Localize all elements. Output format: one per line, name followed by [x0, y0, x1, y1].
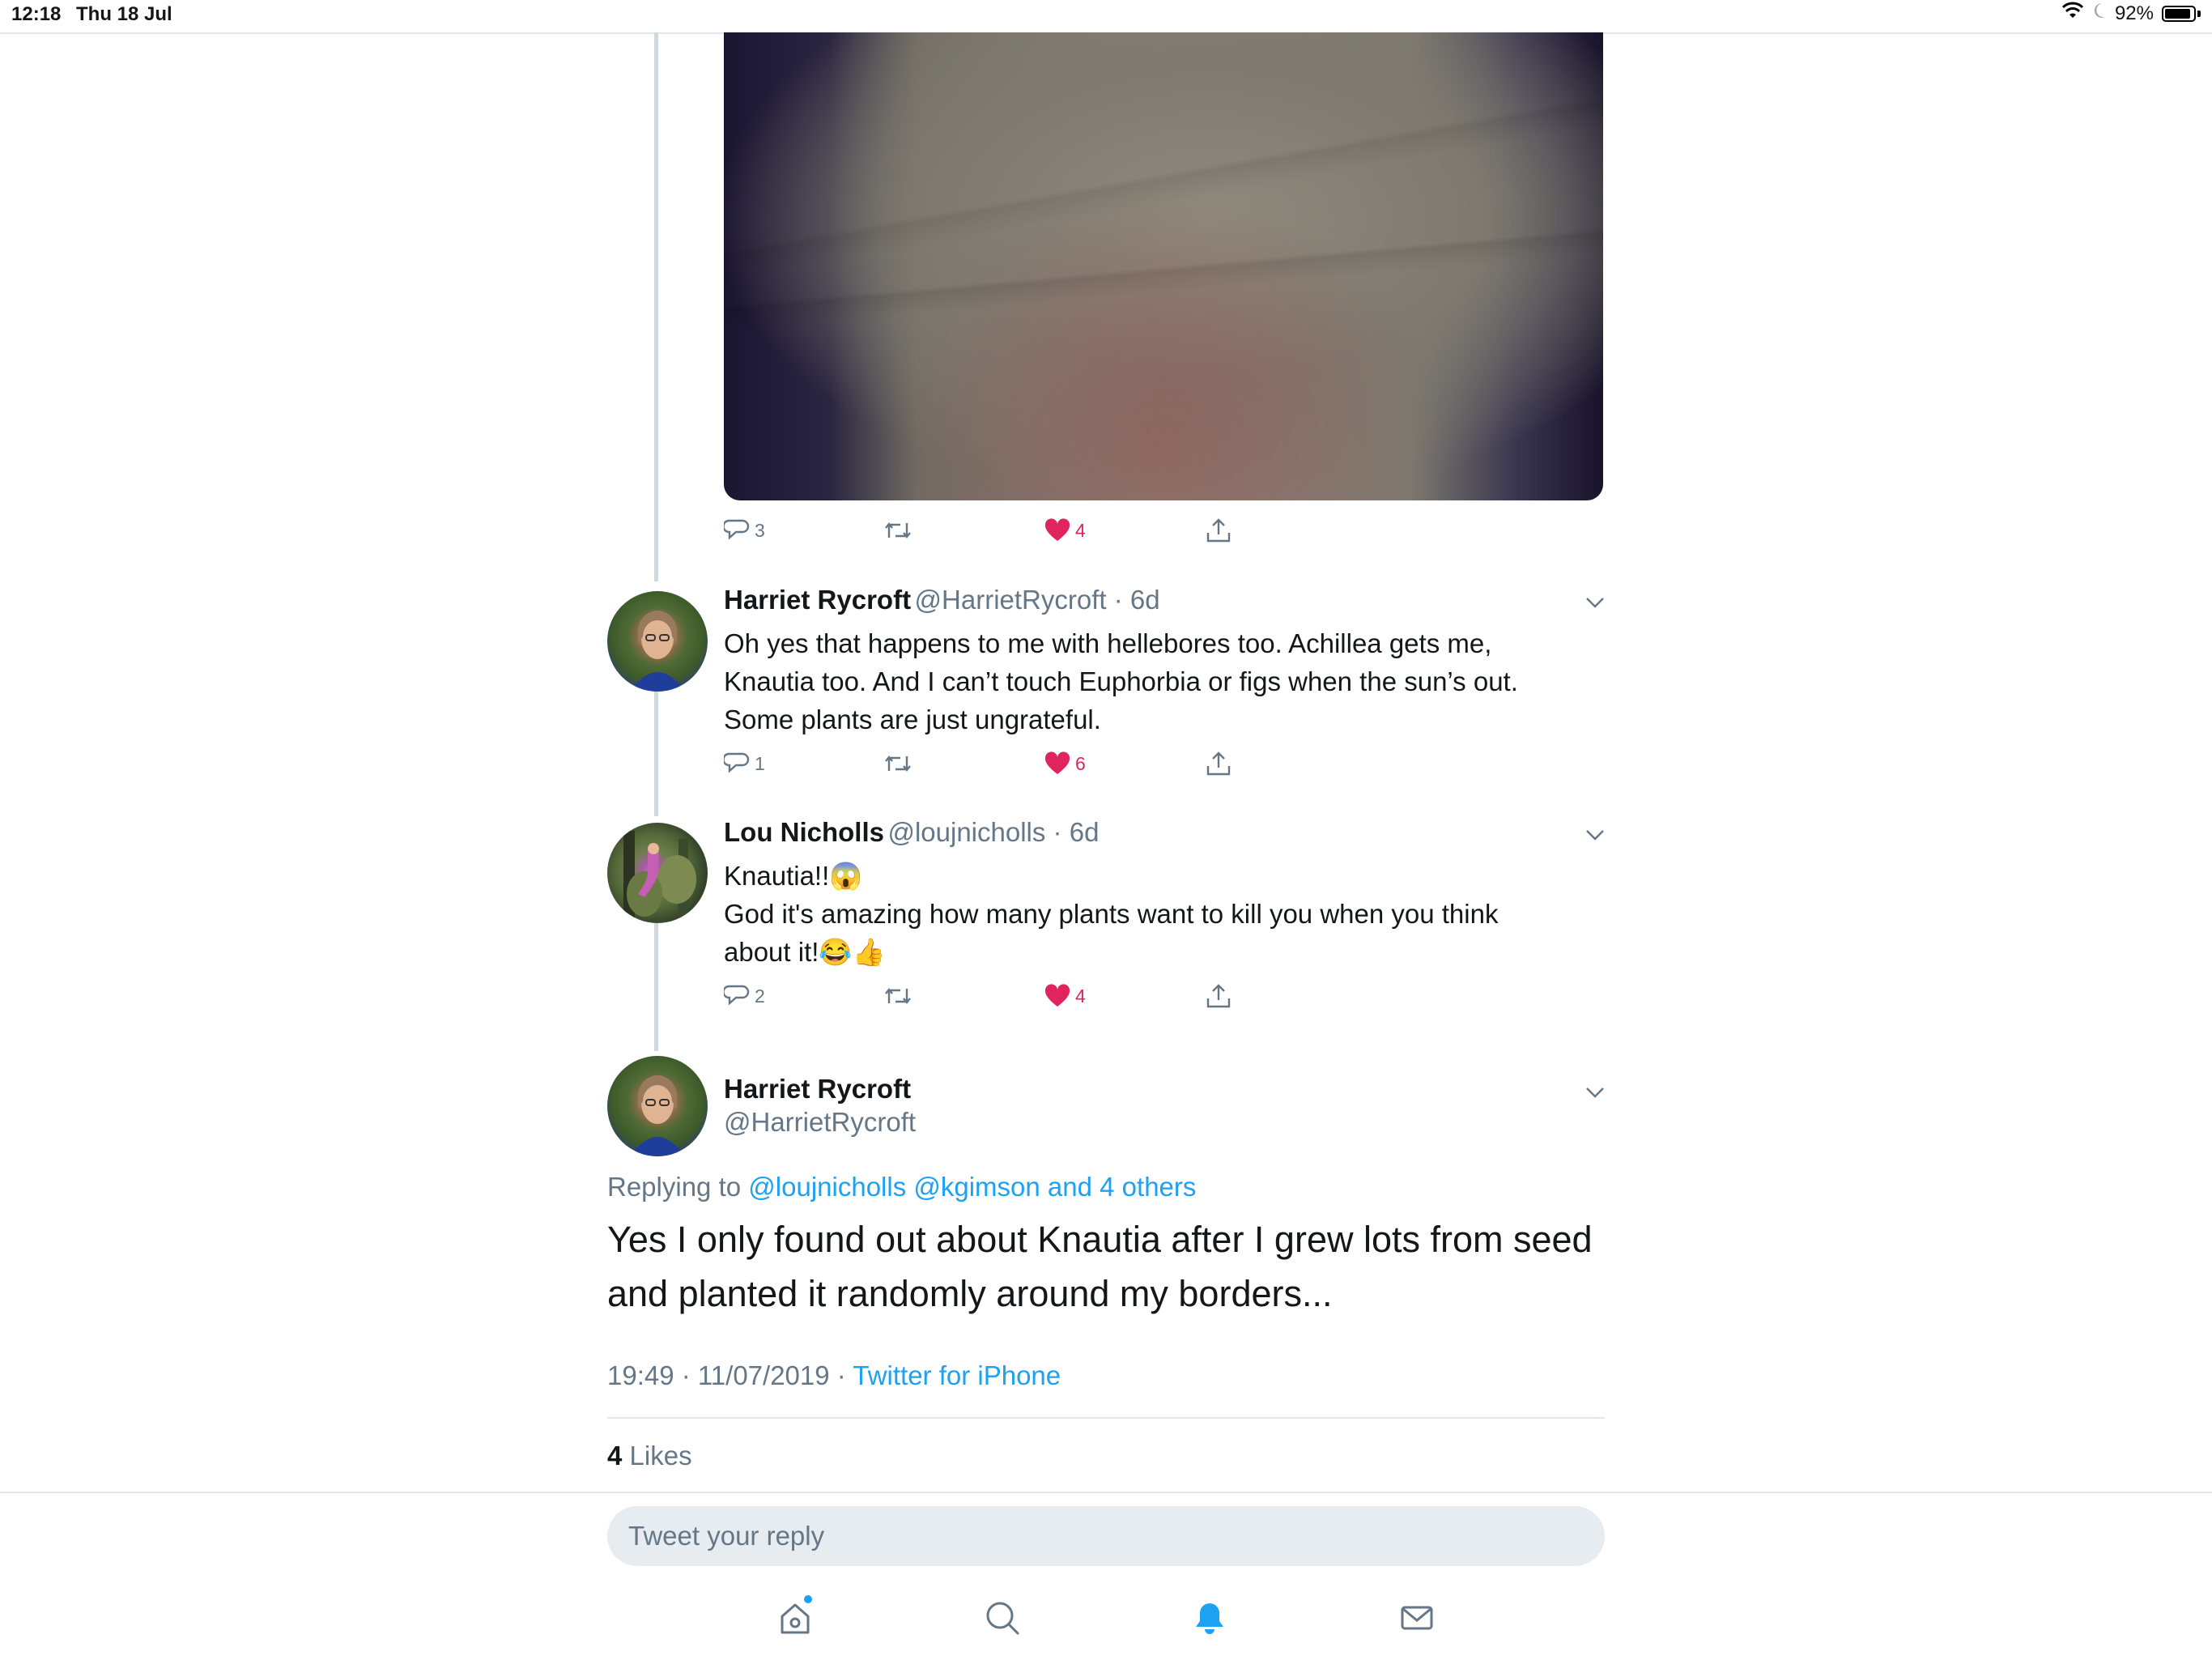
status-right: 92%	[2061, 2, 2201, 25]
avatar[interactable]	[607, 823, 708, 923]
share-button[interactable]	[1205, 750, 1232, 777]
like-count: 4	[1075, 519, 1086, 541]
avatar[interactable]	[607, 591, 708, 692]
like-button[interactable]: 4	[1044, 984, 1086, 1008]
retweet-icon	[885, 522, 911, 538]
messages-icon[interactable]	[1397, 1598, 1436, 1637]
thread-line	[654, 32, 658, 581]
display-name[interactable]: Harriet Rycroft	[724, 1074, 911, 1105]
reply-button[interactable]: 3	[724, 518, 765, 543]
tweet-text-line: God it's amazing how many plants want to…	[724, 899, 1499, 929]
dot-separator: ·	[1045, 817, 1070, 847]
like-count: 4	[1075, 985, 1086, 1007]
tweet-text: Oh yes that happens to me with hellebore…	[724, 624, 1582, 738]
battery-level	[2165, 8, 2190, 19]
reply-button[interactable]: 1	[724, 751, 765, 776]
reply-count: 2	[755, 985, 765, 1007]
tweet-text: Knautia!!😱 God it's amazing how many pla…	[724, 857, 1582, 971]
share-button[interactable]	[1205, 982, 1232, 1010]
tweet-text-line: Knautia!!😱	[724, 861, 863, 891]
chevron-down-icon[interactable]	[1585, 829, 1605, 845]
share-icon	[1206, 751, 1231, 776]
notifications-icon[interactable]	[1190, 1598, 1229, 1637]
reply-input[interactable]	[607, 1506, 1605, 1566]
heart-icon	[1044, 984, 1070, 1007]
replying-to-label: Replying to	[607, 1172, 742, 1202]
battery-nub	[2197, 10, 2201, 17]
tweet-time: 6d	[1069, 817, 1100, 847]
home-unread-dot	[804, 1595, 812, 1603]
likes-label: Likes	[629, 1441, 692, 1471]
share-icon	[1206, 518, 1231, 543]
reply-button[interactable]: 2	[724, 984, 765, 1008]
retweet-button[interactable]	[883, 518, 913, 543]
chevron-down-icon[interactable]	[1585, 1087, 1605, 1102]
tweet-source-link[interactable]: Twitter for iPhone	[853, 1360, 1061, 1390]
likes-count: 4	[607, 1441, 623, 1471]
like-count: 6	[1075, 752, 1086, 774]
reply-count: 3	[755, 519, 765, 541]
reply-icon	[724, 985, 750, 1006]
moon-icon	[2092, 2, 2107, 25]
like-button[interactable]: 4	[1044, 518, 1086, 543]
heart-icon	[1044, 518, 1070, 541]
likes-summary[interactable]: 4 Likes	[607, 1441, 692, 1471]
tweet-text-line: about it!😂👍	[724, 937, 886, 967]
dot-separator: ·	[1106, 585, 1130, 615]
focused-tweet-text: Yes I only found out about Knautia after…	[607, 1212, 1605, 1321]
avatar[interactable]	[607, 1056, 708, 1156]
home-icon[interactable]	[776, 1598, 815, 1637]
tweet-text-line: Oh yes that happens to me with hellebore…	[724, 628, 1492, 658]
heart-icon	[1044, 751, 1070, 774]
like-button[interactable]: 6	[1044, 751, 1086, 776]
reply-icon	[724, 519, 750, 540]
thread-line	[654, 690, 658, 816]
tweet-text-line: Knautia too. And I can’t touch Euphorbia…	[724, 666, 1518, 696]
retweet-button[interactable]	[883, 751, 913, 776]
username[interactable]: @HarrietRycroft	[915, 585, 1107, 615]
status-date: Thu 18 Jul	[76, 3, 172, 25]
username[interactable]: @HarrietRycroft	[724, 1107, 916, 1138]
battery-percent: 92%	[2114, 2, 2154, 24]
media-texture	[724, 32, 1603, 500]
tweet-header: Harriet Rycroft @HarrietRycroft · 6d	[724, 585, 1160, 615]
divider	[607, 1417, 1605, 1419]
reply-icon	[724, 752, 750, 773]
wifi-icon	[2061, 2, 2084, 25]
tweet-media-image[interactable]	[724, 32, 1603, 500]
status-bar: 12:18 Thu 18 Jul 92%	[0, 0, 2212, 34]
tweet-header: Lou Nicholls @loujnicholls · 6d	[724, 817, 1099, 848]
tweet-text-line: and planted it randomly around my border…	[607, 1273, 1333, 1314]
retweet-button[interactable]	[883, 984, 913, 1008]
tweet-time: 6d	[1129, 585, 1160, 615]
retweet-icon	[885, 988, 911, 1004]
replying-to-users[interactable]: @loujnicholls @kgimson and 4 others	[748, 1172, 1196, 1202]
replying-to: Replying to @loujnicholls @kgimson and 4…	[607, 1172, 1196, 1202]
tweet-meta: 19:49 · 11/07/2019 · Twitter for iPhone	[607, 1360, 1061, 1391]
display-name[interactable]: Lou Nicholls	[724, 817, 884, 847]
status-time: 12:18	[11, 3, 62, 25]
reply-count: 1	[755, 752, 765, 774]
search-icon[interactable]	[983, 1598, 1022, 1637]
retweet-icon	[885, 756, 911, 772]
thread-line	[654, 923, 658, 1051]
chevron-down-icon[interactable]	[1585, 597, 1605, 612]
display-name[interactable]: Harriet Rycroft	[724, 585, 911, 615]
username[interactable]: @loujnicholls	[887, 817, 1045, 847]
share-button[interactable]	[1205, 517, 1232, 544]
share-icon	[1206, 984, 1231, 1008]
tweet-text-line: Some plants are just ungrateful.	[724, 704, 1101, 734]
tweet-text-line: Yes I only found out about Knautia after…	[607, 1219, 1593, 1260]
battery-icon	[2162, 5, 2196, 22]
tweet-timestamp: 19:49 · 11/07/2019 ·	[607, 1360, 846, 1390]
